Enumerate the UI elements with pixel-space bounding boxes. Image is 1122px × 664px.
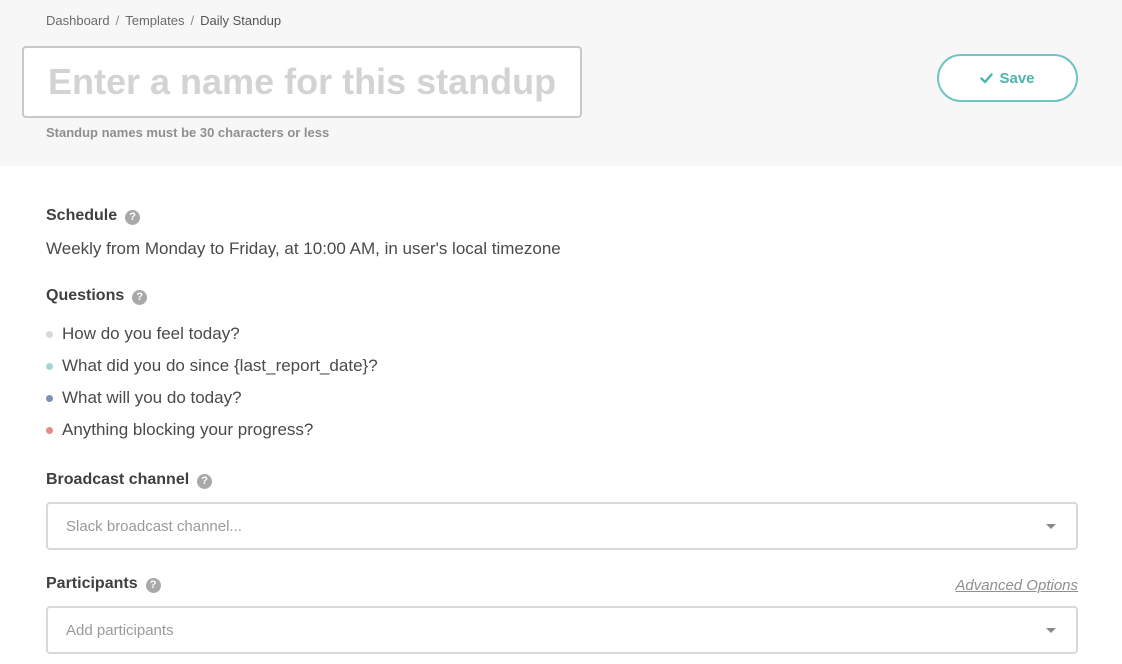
breadcrumb-dashboard-link[interactable]: Dashboard — [46, 13, 110, 28]
participants-heading: Participants ? — [46, 575, 161, 593]
schedule-label: Schedule — [46, 207, 118, 224]
participants-placeholder: Add participants — [66, 621, 174, 639]
question-mark-icon[interactable]: ? — [132, 289, 148, 305]
question-text: How do you feel today? — [62, 324, 240, 343]
questions-heading: Questions ? — [46, 287, 148, 305]
caret-down-icon — [1046, 524, 1056, 529]
bullet-dot-icon — [46, 362, 53, 370]
question-item: What will you do today? — [46, 382, 378, 414]
question-item: What did you do since {last_report_date}… — [46, 350, 378, 382]
broadcast-heading: Broadcast channel ? — [46, 471, 213, 489]
question-text: What will you do today? — [62, 388, 242, 407]
question-text: What did you do since {last_report_date}… — [62, 356, 378, 375]
question-item: Anything blocking your progress? — [46, 414, 378, 446]
caret-down-icon — [1046, 628, 1056, 633]
questions-label: Questions — [46, 287, 125, 304]
broadcast-channel-placeholder: Slack broadcast channel... — [66, 517, 242, 535]
bullet-dot-icon — [46, 330, 53, 338]
question-item: How do you feel today? — [46, 318, 378, 350]
save-button[interactable]: Save — [937, 54, 1078, 102]
check-icon — [980, 72, 994, 84]
question-text: Anything blocking your progress? — [62, 420, 314, 439]
questions-list: How do you feel today? What did you do s… — [46, 318, 378, 446]
breadcrumb-separator: / — [115, 13, 120, 28]
breadcrumb-current: Daily Standup — [200, 13, 282, 28]
schedule-heading: Schedule ? — [46, 207, 141, 225]
bullet-dot-icon — [46, 426, 53, 434]
save-button-label: Save — [999, 69, 1035, 87]
breadcrumb-separator: / — [190, 13, 195, 28]
bullet-dot-icon — [46, 394, 53, 402]
breadcrumb-templates-link[interactable]: Templates — [125, 13, 184, 28]
broadcast-label: Broadcast channel — [46, 471, 190, 488]
participants-label: Participants — [46, 575, 138, 592]
schedule-description: Weekly from Monday to Friday, at 10:00 A… — [46, 239, 561, 258]
broadcast-channel-select[interactable]: Slack broadcast channel... — [46, 502, 1078, 550]
question-mark-icon[interactable]: ? — [125, 209, 141, 225]
breadcrumb: Dashboard / Templates / Daily Standup — [46, 13, 281, 28]
participants-select[interactable]: Add participants — [46, 606, 1078, 654]
advanced-options-link[interactable]: Advanced Options — [955, 577, 1078, 594]
question-mark-icon[interactable]: ? — [197, 473, 213, 489]
standup-name-input[interactable] — [22, 46, 582, 118]
question-mark-icon[interactable]: ? — [145, 577, 161, 593]
standup-name-hint: Standup names must be 30 characters or l… — [46, 125, 330, 140]
